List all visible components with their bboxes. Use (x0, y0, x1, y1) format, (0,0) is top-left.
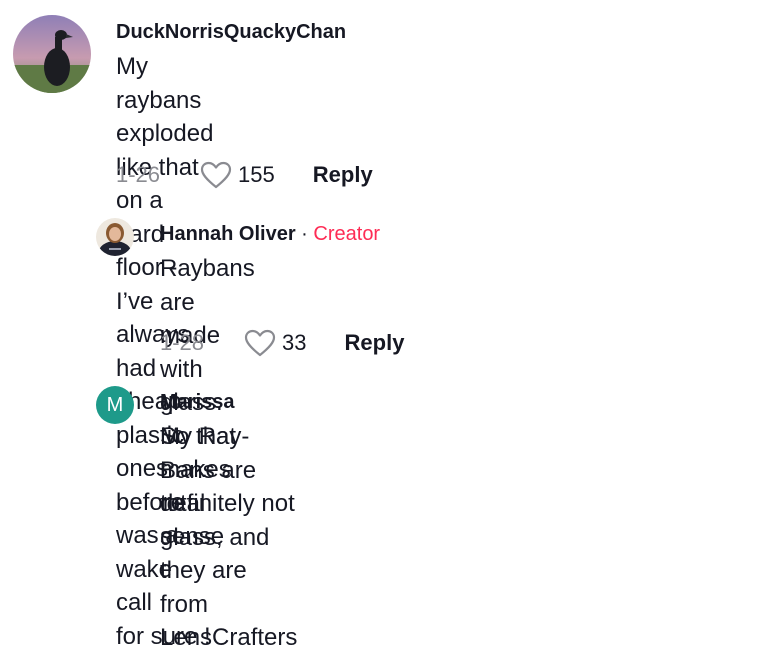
avatar-initial: M (106, 393, 124, 416)
comment-username[interactable]: Marissa (160, 391, 235, 414)
like-count: 155 (238, 162, 275, 187)
username-link[interactable]: Hannah Oliver (160, 223, 296, 245)
avatar[interactable] (13, 15, 91, 93)
like-count: 33 (282, 330, 307, 355)
like-button[interactable]: 155 (200, 161, 275, 189)
comment-date: 1-28 (160, 330, 205, 355)
separator-dot: · (301, 223, 308, 245)
creator-badge: Creator (313, 223, 381, 245)
comment-date: 1-26 (116, 162, 161, 187)
comment-username[interactable]: DuckNorrisQuackyChan (116, 21, 346, 44)
heart-icon (244, 329, 276, 357)
comment-username: Hannah Oliver · Creator (160, 223, 380, 246)
like-button[interactable]: 33 (244, 329, 307, 357)
reply-button[interactable]: Reply (313, 162, 373, 188)
comment-meta: 1-28 33 Reply (160, 329, 404, 357)
comment-meta: 1-26 155 Reply (116, 161, 373, 189)
hannah-avatar-image (96, 218, 134, 256)
heart-icon (200, 161, 232, 189)
duck-avatar-image (13, 15, 91, 93)
reply-button[interactable]: Reply (345, 330, 405, 356)
comment-text: My Ray-Bans are definitely not glass, an… (160, 423, 298, 651)
avatar[interactable]: M (96, 386, 134, 424)
avatar[interactable] (96, 218, 134, 256)
